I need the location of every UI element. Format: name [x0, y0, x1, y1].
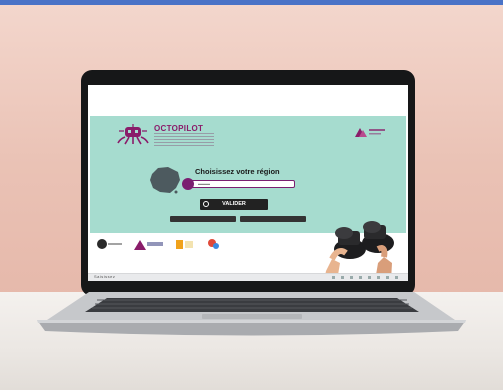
- laptop-base: [37, 292, 466, 336]
- validate-button[interactable]: VALIDER: [200, 199, 268, 210]
- secondary-link-button-2[interactable]: [240, 216, 306, 222]
- laptop-screen: OCTOPILOT Choisissez votre région ▬▬▬ VA…: [88, 85, 408, 281]
- photo-scene: OCTOPILOT Choisissez votre région ▬▬▬ VA…: [0, 0, 503, 390]
- binoculars-icon: [323, 221, 394, 281]
- brand-tagline-lines: [154, 133, 214, 147]
- france-map-icon: [150, 167, 180, 194]
- taskbar: Saisissez: [88, 273, 408, 281]
- arrow-circle-icon: [203, 201, 209, 207]
- partner-logo-icon: [355, 128, 385, 137]
- octopus-logo-icon: [117, 124, 149, 145]
- website-banner: OCTOPILOT Choisissez votre région ▬▬▬ VA…: [90, 116, 406, 281]
- brand-name: OCTOPILOT: [154, 124, 204, 133]
- taskbar-tray-icons: [332, 276, 402, 279]
- region-title: Choisissez votre région: [195, 167, 280, 176]
- region-select-placeholder: ▬▬▬: [198, 181, 210, 186]
- secondary-link-button-1[interactable]: [170, 216, 236, 222]
- partner-logos: [97, 239, 219, 250]
- region-select[interactable]: ▬▬▬: [182, 178, 295, 190]
- validate-label: VALIDER: [222, 201, 246, 207]
- taskbar-search-label: Saisissez: [94, 274, 116, 279]
- location-pin-icon: [182, 178, 194, 190]
